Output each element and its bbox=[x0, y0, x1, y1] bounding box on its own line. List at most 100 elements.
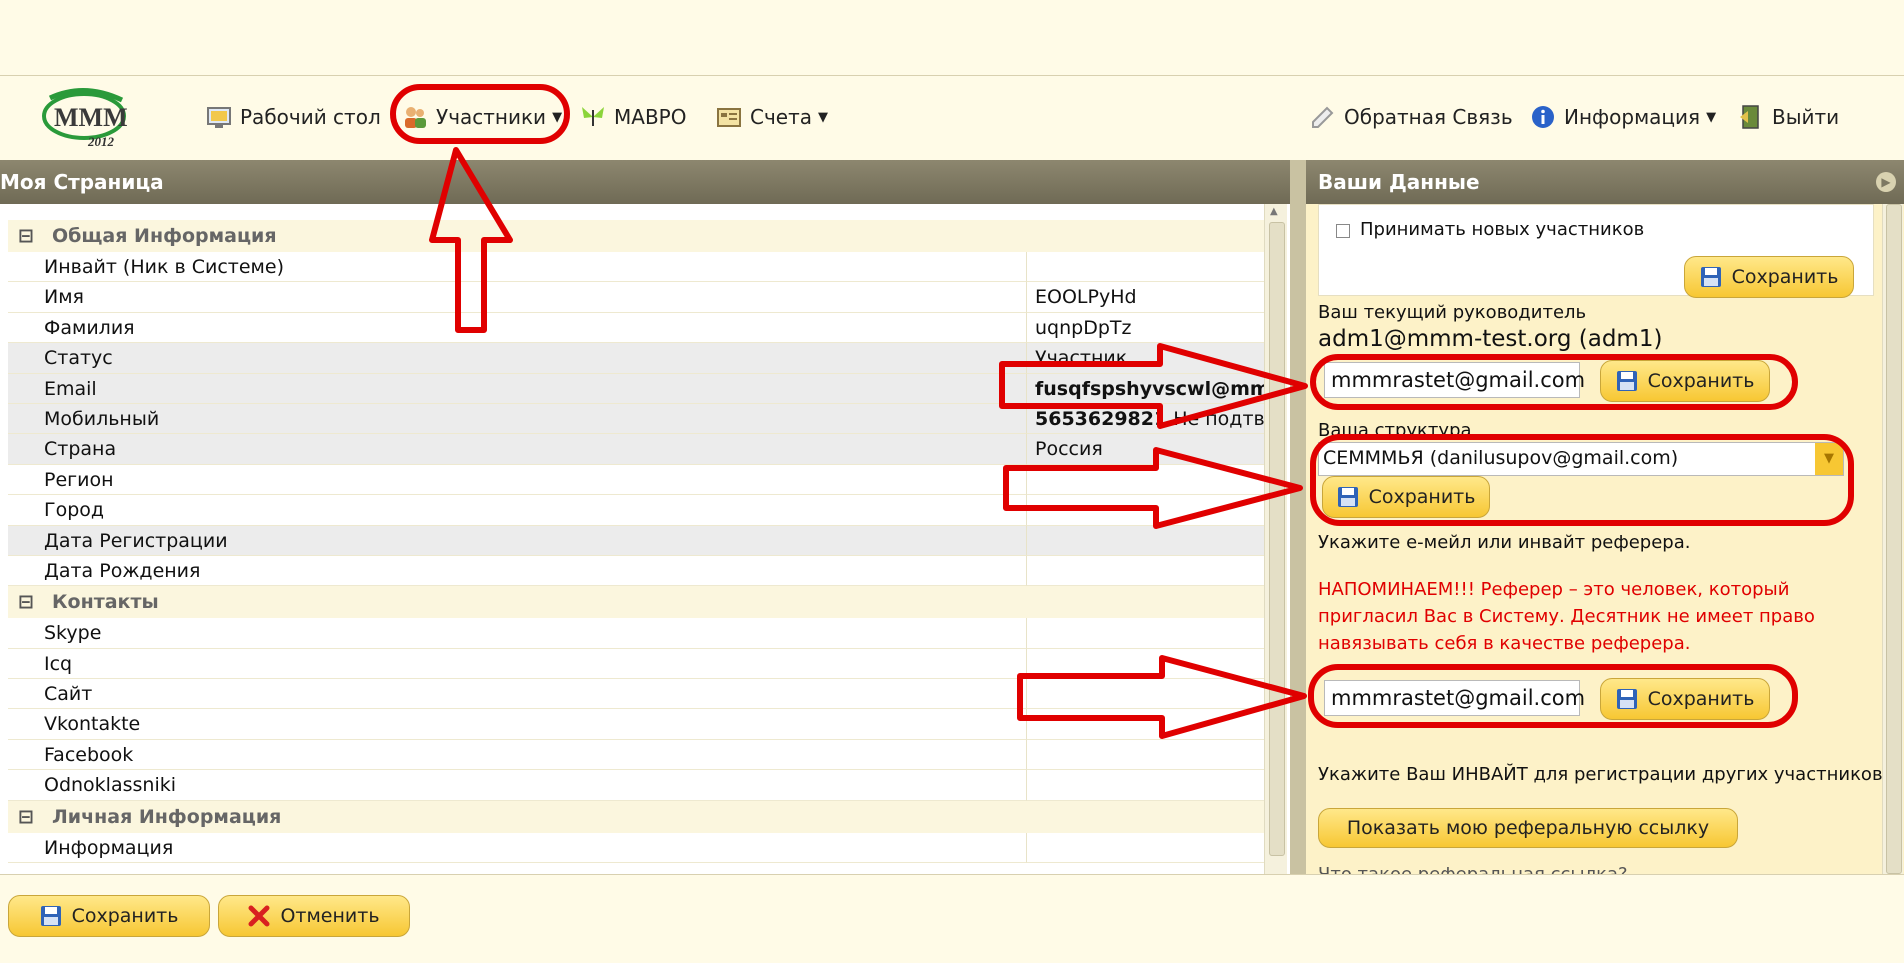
property-name: Сайт bbox=[8, 679, 1027, 710]
property-name: Odnoklassniki bbox=[8, 770, 1027, 801]
property-value[interactable] bbox=[1027, 252, 1264, 283]
property-name: Дата Рождения bbox=[8, 555, 1027, 587]
referral-link-question[interactable]: Что такое реферальная ссылка? bbox=[1318, 864, 1628, 874]
save-button[interactable]: Сохранить bbox=[8, 895, 210, 937]
table-row[interactable]: Сайт bbox=[8, 679, 1264, 710]
mmm-logo[interactable]: МММ 2012 bbox=[40, 86, 132, 156]
mobile-status: Не подтвер bbox=[1173, 407, 1264, 430]
property-value[interactable] bbox=[1027, 495, 1264, 526]
group-personal-info[interactable]: ⊟ Личная Информация bbox=[8, 800, 1264, 833]
property-value[interactable] bbox=[1027, 740, 1264, 771]
property-value: 5653629821 Не подтвер bbox=[1027, 403, 1264, 435]
collapse-icon[interactable]: ⊟ bbox=[8, 806, 44, 828]
property-value[interactable] bbox=[1027, 556, 1264, 587]
table-row[interactable]: Информация bbox=[8, 832, 1264, 864]
table-row[interactable]: Vkontakte bbox=[8, 709, 1264, 740]
cancel-button[interactable]: Отменить bbox=[218, 895, 410, 937]
property-value[interactable] bbox=[1027, 649, 1264, 680]
property-name: Страна bbox=[8, 434, 1027, 465]
nav-desktop[interactable]: Рабочий стол bbox=[206, 100, 381, 134]
invite-hint: Укажите Ваш ИНВАЙТ для регистрации други… bbox=[1318, 764, 1883, 785]
table-row[interactable]: Icq bbox=[8, 648, 1264, 680]
property-value[interactable] bbox=[1027, 833, 1264, 864]
mobile-number: 5653629821 bbox=[1035, 407, 1168, 430]
svg-text:2012: 2012 bbox=[87, 134, 115, 149]
table-row[interactable]: Регион bbox=[8, 464, 1264, 496]
browser-top-area bbox=[0, 0, 1904, 76]
table-row[interactable]: Мобильный5653629821 Не подтвер bbox=[8, 403, 1264, 435]
property-name: Email bbox=[8, 373, 1027, 404]
your-data-title: Ваши Данные bbox=[1318, 170, 1480, 194]
table-row[interactable]: Инвайт (Ник в Системе) bbox=[8, 252, 1264, 283]
property-name: Город bbox=[8, 495, 1027, 526]
property-name: Дата Регистрации bbox=[8, 525, 1027, 556]
nav-feedback-label: Обратная Связь bbox=[1344, 105, 1513, 129]
nav-mavro[interactable]: МАВРО bbox=[580, 100, 686, 134]
property-value[interactable]: EOOLPyHd bbox=[1027, 282, 1264, 313]
accounts-icon bbox=[716, 104, 742, 130]
table-row[interactable]: Статус Участник bbox=[8, 343, 1264, 374]
my-page-header: Моя Страница bbox=[0, 160, 1290, 204]
feedback-icon bbox=[1310, 104, 1336, 130]
disk-icon bbox=[1700, 266, 1722, 288]
cancel-label: Отменить bbox=[280, 905, 380, 927]
table-row[interactable]: Email fusqfspshyvscwl@mm bbox=[8, 373, 1264, 404]
table-row[interactable]: Фамилия uqnpDpTz bbox=[8, 312, 1264, 344]
scroll-up-arrow[interactable]: ▲ bbox=[1270, 206, 1278, 217]
property-value: Участник bbox=[1027, 343, 1264, 374]
property-value[interactable] bbox=[1027, 465, 1264, 496]
table-row[interactable]: Дата Рождения bbox=[8, 555, 1264, 587]
nav-logout[interactable]: Выйти bbox=[1738, 100, 1839, 134]
bottom-toolbar: Сохранить Отменить bbox=[0, 874, 1904, 963]
save-label: Сохранить bbox=[1731, 266, 1839, 288]
property-name: Статус bbox=[8, 343, 1027, 374]
collapse-icon[interactable]: ⊟ bbox=[8, 225, 44, 247]
accept-new-checkbox[interactable] bbox=[1336, 224, 1350, 238]
property-name: Facebook bbox=[8, 739, 1027, 771]
nav-accounts[interactable]: Счета ▼ bbox=[716, 100, 828, 134]
exit-icon bbox=[1738, 104, 1764, 130]
annotation-box-structure bbox=[1310, 434, 1854, 526]
property-name: Мобильный bbox=[8, 403, 1027, 435]
table-row[interactable]: Страна Россия bbox=[8, 434, 1264, 465]
reminder-text: НАПОМИНАЕМ!!! Реферер – это человек, кот… bbox=[1318, 579, 1815, 654]
table-row[interactable]: Город bbox=[8, 495, 1264, 526]
scroll-thumb[interactable] bbox=[1886, 204, 1902, 874]
group-label: Личная Информация bbox=[52, 805, 282, 828]
group-label: Контакты bbox=[52, 591, 159, 614]
group-label: Общая Информация bbox=[52, 225, 277, 247]
current-leader-value: adm1@mmm-test.org (adm1) bbox=[1318, 326, 1663, 352]
my-page-title: Моя Страница bbox=[0, 170, 164, 194]
panel-splitter[interactable] bbox=[1290, 160, 1306, 874]
collapse-icon[interactable]: ⊟ bbox=[8, 591, 44, 613]
property-name: Регион bbox=[8, 464, 1027, 496]
butterfly-icon bbox=[580, 104, 606, 130]
accept-new-label: Принимать новых участников bbox=[1360, 219, 1645, 240]
save-accept-button[interactable]: Сохранить bbox=[1684, 256, 1854, 298]
property-value: fusqfspshyvscwl@mm bbox=[1027, 373, 1264, 404]
property-value[interactable] bbox=[1027, 770, 1264, 801]
table-row[interactable]: Дата Регистрации bbox=[8, 525, 1264, 556]
table-row[interactable]: Имя EOOLPyHd bbox=[8, 282, 1264, 313]
property-value[interactable] bbox=[1027, 709, 1264, 740]
left-scrollbar[interactable]: ▲ bbox=[1264, 204, 1287, 874]
collapse-arrow-icon[interactable]: ▶ bbox=[1876, 172, 1896, 192]
nav-desktop-label: Рабочий стол bbox=[240, 105, 381, 129]
property-value[interactable]: uqnpDpTz bbox=[1027, 313, 1264, 344]
property-name: Инвайт (Ник в Системе) bbox=[8, 252, 1027, 283]
nav-mavro-label: МАВРО bbox=[614, 105, 687, 129]
group-contacts[interactable]: ⊟ Контакты bbox=[8, 586, 1264, 619]
table-row[interactable]: Odnoklassniki bbox=[8, 770, 1264, 801]
nav-info[interactable]: Информация ▼ bbox=[1530, 100, 1716, 134]
table-row[interactable]: Facebook bbox=[8, 739, 1264, 771]
group-general-info[interactable]: ⊟ Общая Информация bbox=[8, 220, 1264, 252]
svg-text:МММ: МММ bbox=[54, 103, 128, 132]
scroll-thumb[interactable] bbox=[1269, 222, 1285, 856]
property-value[interactable] bbox=[1027, 618, 1264, 649]
nav-info-label: Информация bbox=[1564, 105, 1701, 129]
nav-feedback[interactable]: Обратная Связь bbox=[1310, 100, 1513, 134]
property-value[interactable] bbox=[1027, 679, 1264, 710]
table-row[interactable]: Skype bbox=[8, 618, 1264, 649]
show-referral-link-button[interactable]: Показать мою реферальную ссылку bbox=[1318, 808, 1738, 848]
right-scrollbar[interactable] bbox=[1882, 204, 1903, 874]
